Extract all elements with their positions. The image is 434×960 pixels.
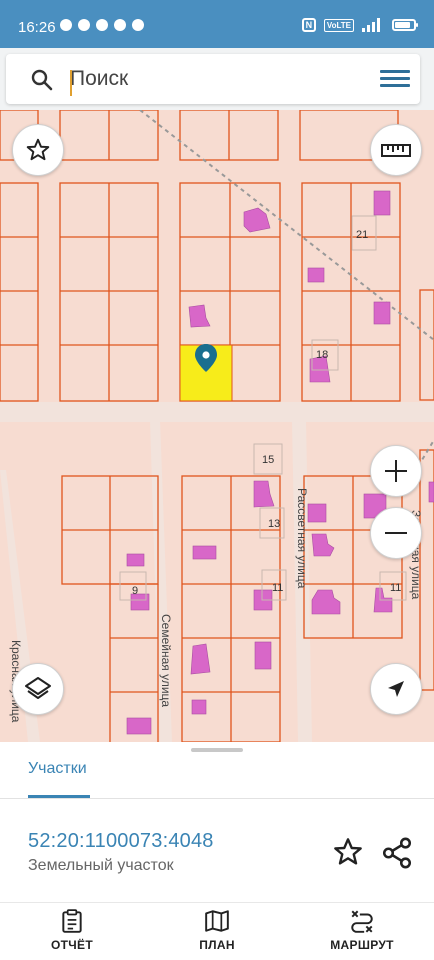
signal-icon (362, 18, 380, 32)
chat-icon (96, 19, 108, 31)
nav-plan[interactable]: ПЛАН (157, 908, 277, 958)
search-box (6, 54, 420, 104)
road (0, 402, 434, 422)
street-label: Семейная улица (159, 614, 173, 707)
drag-handle[interactable] (191, 748, 243, 752)
minus-icon (385, 532, 407, 534)
house-number: 15 (262, 454, 274, 466)
navigation-arrow-icon (388, 681, 404, 697)
cadastral-map[interactable]: 21 18 15 13 11 11 9 Рассветная улица Сем… (0, 110, 434, 742)
house-number: 11 (390, 582, 401, 594)
nav-report[interactable]: ОТЧЁТ (12, 908, 132, 958)
app-icon (132, 19, 144, 31)
house-number: 13 (268, 518, 280, 530)
status-time: 16:26 (18, 19, 56, 36)
nav-report-label: ОТЧЁТ (51, 938, 93, 952)
search-bar (0, 48, 434, 110)
notification-icons (60, 19, 144, 31)
report-icon (62, 909, 82, 933)
zoom-out-button[interactable] (370, 507, 422, 559)
layers-icon (25, 677, 51, 699)
nav-route-label: МАРШРУТ (330, 938, 394, 952)
message-icon (78, 19, 90, 31)
ruler-icon (381, 144, 411, 157)
parcel-grid (0, 110, 434, 742)
street-label: Рассветная улица (295, 488, 309, 589)
nav-plan-label: ПЛАН (199, 938, 235, 952)
status-bar: 16:26 N VoLTE (0, 0, 434, 48)
house-number: 18 (316, 349, 328, 361)
share-icon[interactable] (380, 836, 414, 870)
rss-icon (114, 19, 126, 31)
bottom-sheet: Участки 52:20:1100073:4048 Земельный уча… (0, 742, 434, 960)
search-input[interactable] (70, 64, 350, 94)
house-number: 11 (272, 582, 283, 594)
menu-icon[interactable] (378, 66, 412, 94)
whatsapp-icon (60, 19, 72, 31)
search-icon[interactable] (30, 68, 54, 92)
parcel-type: Земельный участок (28, 857, 174, 874)
divider (0, 798, 434, 799)
map-canvas[interactable]: 21 18 15 13 11 11 9 Рассветная улица Сем… (0, 110, 434, 742)
favorite-map-button[interactable] (12, 124, 64, 176)
star-icon (26, 138, 50, 161)
zoom-in-button[interactable] (370, 445, 422, 497)
layers-button[interactable] (12, 663, 64, 715)
text-caret (70, 70, 72, 96)
favorite-star-icon[interactable] (332, 836, 364, 868)
battery-icon (392, 19, 418, 31)
parcel-cadastral-number[interactable]: 52:20:1100073:4048 (28, 830, 214, 853)
ruler-button[interactable] (370, 124, 422, 176)
route-icon (351, 910, 373, 933)
house-number: 9 (132, 585, 138, 597)
house-number: 21 (356, 229, 368, 241)
my-location-button[interactable] (370, 663, 422, 715)
plus-icon (385, 460, 407, 482)
volte-badge: VoLTE (323, 18, 354, 32)
map-icon (205, 910, 229, 932)
nfc-icon: N (301, 18, 316, 32)
nav-route[interactable]: МАРШРУТ (302, 908, 422, 958)
status-indicators: N VoLTE (301, 18, 418, 32)
tab-parcels[interactable]: Участки (28, 760, 87, 778)
divider (0, 902, 434, 903)
